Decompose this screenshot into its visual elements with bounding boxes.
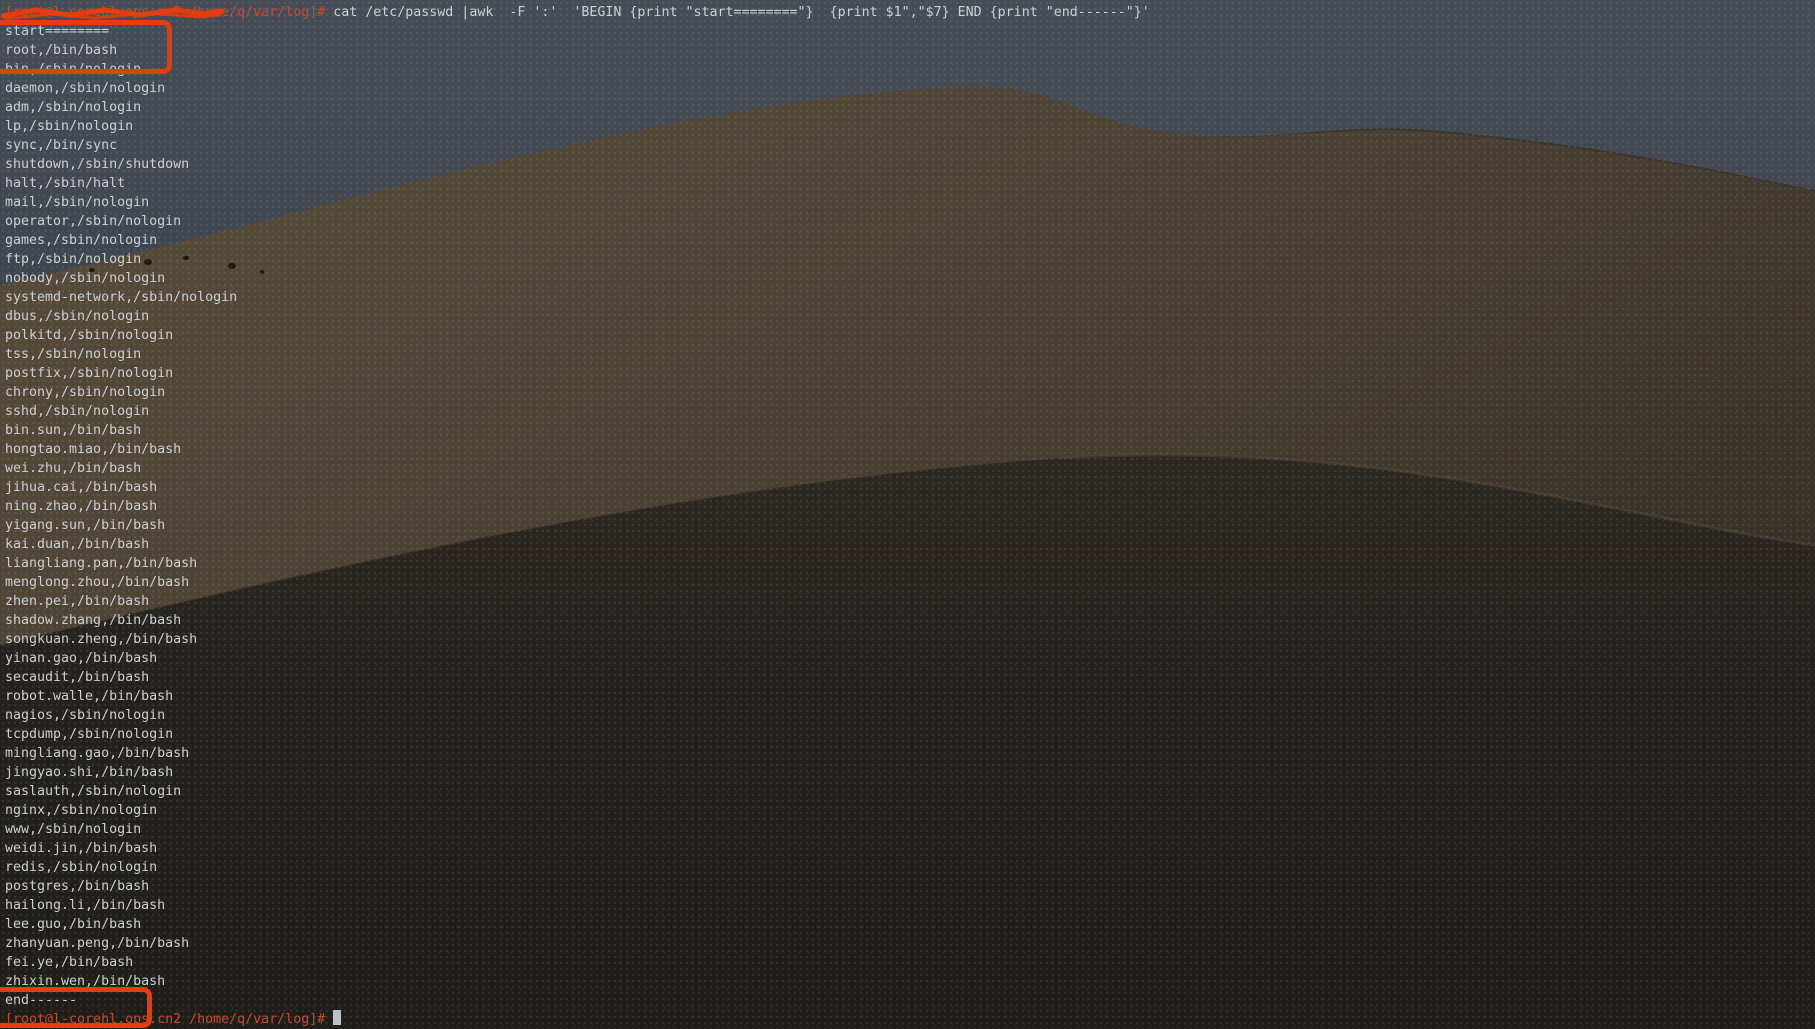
output-line: sshd,/sbin/nologin xyxy=(5,402,1815,421)
output-line: songkuan.zheng,/bin/bash xyxy=(5,630,1815,649)
final-prompt-line: [root@l-corehl.ops.cn2 /home/q/var/log]# xyxy=(5,1010,1815,1029)
output-line: lp,/sbin/nologin xyxy=(5,117,1815,136)
output-line: nobody,/sbin/nologin xyxy=(5,269,1815,288)
command-output: start========root,/bin/bashbin,/sbin/nol… xyxy=(5,22,1815,1010)
output-line: adm,/sbin/nologin xyxy=(5,98,1815,117)
output-line: bin.sun,/bin/bash xyxy=(5,421,1815,440)
output-line: tcpdump,/sbin/nologin xyxy=(5,725,1815,744)
output-line: robot.walle,/bin/bash xyxy=(5,687,1815,706)
output-line: kai.duan,/bin/bash xyxy=(5,535,1815,554)
output-line: hongtao.miao,/bin/bash xyxy=(5,440,1815,459)
output-line: lee.guo,/bin/bash xyxy=(5,915,1815,934)
output-line: tss,/sbin/nologin xyxy=(5,345,1815,364)
output-line: daemon,/sbin/nologin xyxy=(5,79,1815,98)
output-line: chrony,/sbin/nologin xyxy=(5,383,1815,402)
output-line: polkitd,/sbin/nologin xyxy=(5,326,1815,345)
output-line: ning.zhao,/bin/bash xyxy=(5,497,1815,516)
output-line: nagios,/sbin/nologin xyxy=(5,706,1815,725)
output-line: jingyao.shi,/bin/bash xyxy=(5,763,1815,782)
output-line: halt,/sbin/halt xyxy=(5,174,1815,193)
output-line: end------ xyxy=(5,991,1815,1010)
output-line: wei.zhu,/bin/bash xyxy=(5,459,1815,478)
terminal-window[interactable]: [root@l-corehl.ops.cn2 /home/q/var/log]#… xyxy=(0,0,1815,1029)
output-line: jihua.cai,/bin/bash xyxy=(5,478,1815,497)
output-line: games,/sbin/nologin xyxy=(5,231,1815,250)
output-line: postgres,/bin/bash xyxy=(5,877,1815,896)
output-line: dbus,/sbin/nologin xyxy=(5,307,1815,326)
output-line: postfix,/sbin/nologin xyxy=(5,364,1815,383)
output-line: menglong.zhou,/bin/bash xyxy=(5,573,1815,592)
output-line: sync,/bin/sync xyxy=(5,136,1815,155)
output-line: operator,/sbin/nologin xyxy=(5,212,1815,231)
output-line: zhanyuan.peng,/bin/bash xyxy=(5,934,1815,953)
shell-prompt: [root@l-corehl.ops.cn2 /home/q/var/log]# xyxy=(5,5,325,20)
output-line: systemd-network,/sbin/nologin xyxy=(5,288,1815,307)
output-line: zhixin.wen,/bin/bash xyxy=(5,972,1815,991)
output-line: shutdown,/sbin/shutdown xyxy=(5,155,1815,174)
command-line: [root@l-corehl.ops.cn2 /home/q/var/log]#… xyxy=(5,3,1815,22)
shell-prompt: [root@l-corehl.ops.cn2 /home/q/var/log]# xyxy=(5,1012,325,1027)
terminal-cursor xyxy=(333,1010,341,1025)
output-line: hailong.li,/bin/bash xyxy=(5,896,1815,915)
output-line: mingliang.gao,/bin/bash xyxy=(5,744,1815,763)
output-line: saslauth,/sbin/nologin xyxy=(5,782,1815,801)
output-line: liangliang.pan,/bin/bash xyxy=(5,554,1815,573)
output-line: zhen.pei,/bin/bash xyxy=(5,592,1815,611)
output-line: ftp,/sbin/nologin xyxy=(5,250,1815,269)
output-line: yinan.gao,/bin/bash xyxy=(5,649,1815,668)
output-line: nginx,/sbin/nologin xyxy=(5,801,1815,820)
output-line: www,/sbin/nologin xyxy=(5,820,1815,839)
output-line: redis,/sbin/nologin xyxy=(5,858,1815,877)
output-line: fei.ye,/bin/bash xyxy=(5,953,1815,972)
command-text: cat /etc/passwd |awk -F ':' 'BEGIN {prin… xyxy=(325,5,1150,20)
output-line: root,/bin/bash xyxy=(5,41,1815,60)
output-line: weidi.jin,/bin/bash xyxy=(5,839,1815,858)
output-line: start======== xyxy=(5,22,1815,41)
output-line: bin,/sbin/nologin xyxy=(5,60,1815,79)
screenshot-root: { "terminal": { "prompt": "[root@l-coreh… xyxy=(0,0,1815,1029)
output-line: secaudit,/bin/bash xyxy=(5,668,1815,687)
output-line: yigang.sun,/bin/bash xyxy=(5,516,1815,535)
output-line: shadow.zhang,/bin/bash xyxy=(5,611,1815,630)
output-line: mail,/sbin/nologin xyxy=(5,193,1815,212)
